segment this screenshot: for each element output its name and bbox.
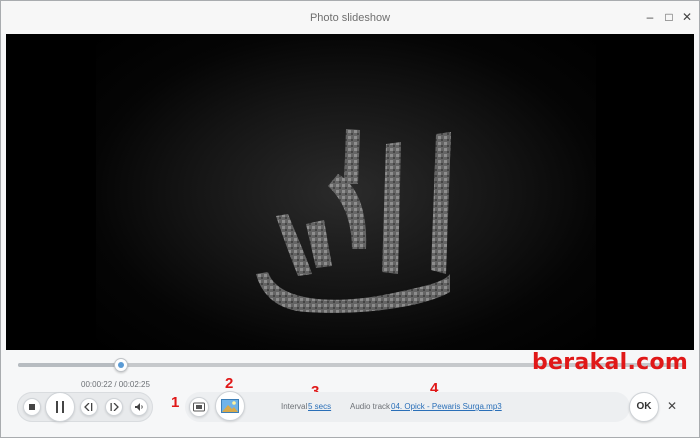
stop-button[interactable] [23, 398, 41, 416]
title-bar: Photo slideshow – □ ✕ [1, 1, 699, 34]
previous-button[interactable] [80, 398, 98, 416]
annotation-marker-1: 1 [171, 394, 180, 411]
playback-controls [17, 392, 153, 422]
interval-label: Interval [281, 402, 308, 411]
pause-button[interactable] [45, 392, 75, 422]
progress-fill [18, 363, 121, 367]
slideshow-window: Photo slideshow – □ ✕ berakal.com 00:00:… [0, 0, 700, 438]
pause-icon [56, 401, 64, 413]
maximize-icon[interactable]: □ [661, 9, 677, 25]
window-title: Photo slideshow [309, 12, 391, 24]
audio-track-label: Audio track [350, 402, 391, 411]
previous-icon [84, 403, 93, 411]
time-display: 00:00:22 / 00:02:25 [81, 380, 150, 389]
audio-track-link[interactable]: 04. Opick - Pewaris Surga.mp3 [391, 402, 502, 411]
minimize-icon[interactable]: – [642, 9, 658, 25]
close-icon[interactable]: ✕ [679, 9, 695, 25]
slideshow-preview [6, 34, 694, 350]
close-dialog-icon[interactable]: ✕ [663, 397, 681, 415]
choose-image-button[interactable] [215, 391, 245, 421]
progress-thumb[interactable] [114, 358, 129, 372]
interval-value-link[interactable]: 5 secs [308, 402, 331, 411]
volume-button[interactable] [130, 398, 148, 416]
picture-icon [221, 399, 239, 413]
film-icon [193, 402, 205, 412]
stop-icon [29, 404, 35, 410]
calligraphy-image [256, 129, 451, 313]
ok-button[interactable]: OK [629, 392, 659, 422]
add-media-button[interactable] [189, 397, 209, 417]
watermark-text: berakal.com [532, 350, 689, 375]
volume-icon [135, 403, 143, 411]
next-button[interactable] [105, 398, 123, 416]
annotation-marker-2: 2 [225, 375, 234, 392]
next-icon [110, 403, 119, 411]
